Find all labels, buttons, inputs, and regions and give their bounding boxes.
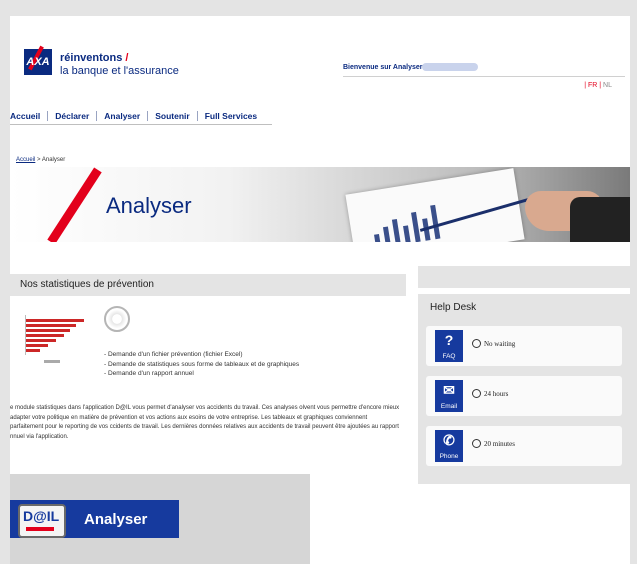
banner-red-slash	[47, 167, 102, 242]
help-desk-panel: Help Desk ? FAQ No waiting ✉ Email 24 hour…	[418, 294, 630, 484]
banner-chart-paper	[345, 168, 525, 242]
breadcrumb-home-link[interactable]: Accueil	[16, 157, 35, 163]
stats-heading: Nos statistiques de prévention	[20, 279, 154, 290]
stats-section-header: Nos statistiques de prévention	[10, 274, 406, 296]
stats-request-list: - Demande d'un fichier prévention (fichi…	[104, 350, 299, 379]
page-banner: Analyser	[10, 167, 630, 242]
list-item: - Demande d'un fichier prévention (fichi…	[104, 351, 243, 358]
help-item-label: Email	[440, 403, 458, 410]
help-item-value: 24 hours	[484, 390, 509, 398]
breadcrumb-current: Analyser	[41, 157, 66, 163]
help-item-value: No waiting	[484, 340, 516, 348]
stats-description: e module statistiques dans l'application…	[10, 405, 400, 440]
help-item-faq[interactable]: ? FAQ No waiting	[426, 326, 622, 366]
tagline-line1: réinventons /	[60, 52, 128, 64]
blurred-username	[422, 63, 478, 71]
stats-thumbnail-chart	[14, 313, 90, 365]
help-item-label: Phone	[439, 453, 459, 460]
help-item-label: FAQ	[442, 353, 456, 360]
right-panel-top-bar	[418, 266, 630, 288]
help-item-phone[interactable]: ✆ Phone 20 minutes	[426, 426, 622, 466]
clock-icon	[472, 339, 481, 348]
clock-icon	[472, 389, 481, 398]
clock-icon	[472, 439, 481, 448]
main-nav: Accueil Déclarer Analyser Soutenir Full …	[10, 108, 273, 125]
help-desk-heading: Help Desk	[430, 302, 477, 313]
help-item-email[interactable]: ✉ Email 24 hours	[426, 376, 622, 416]
lang-nl[interactable]: NL	[603, 82, 612, 89]
nav-full-services[interactable]: Full Services	[198, 111, 264, 121]
tagline-line2: la banque et l'assurance	[60, 65, 179, 77]
question-icon: ? FAQ	[435, 330, 463, 362]
phone-icon: ✆ Phone	[435, 430, 463, 462]
welcome-text: Bienvenue sur Analyser	[343, 64, 423, 71]
nav-analyser[interactable]: Analyser	[97, 111, 149, 121]
tagline-word: réinventons	[60, 52, 123, 64]
page: AXA réinventons / la banque et l'assuran…	[10, 16, 630, 564]
logo-text: AXA	[26, 56, 50, 68]
tagline-slash: /	[125, 52, 129, 64]
list-item: - Demande de statistiques sous forme de …	[104, 360, 300, 368]
axa-logo[interactable]: AXA	[24, 45, 52, 75]
nav-soutenir[interactable]: Soutenir	[148, 111, 198, 121]
nav-declarer[interactable]: Déclarer	[48, 111, 98, 121]
list-item: - Demande d'un rapport annuel	[104, 370, 194, 377]
analyser-button-label: Analyser	[84, 511, 148, 528]
dail-logo-icon: D@IL	[18, 504, 66, 538]
lang-fr[interactable]: | FR |	[584, 82, 601, 89]
disc-icon	[104, 306, 130, 332]
nav-accueil[interactable]: Accueil	[10, 111, 49, 121]
header-divider	[343, 76, 625, 77]
analyser-cta-panel: Analyser D@IL	[10, 474, 310, 564]
dail-badge-text: D@IL	[23, 508, 60, 524]
language-switcher: | FR | NL	[584, 82, 612, 89]
banner-sleeve	[570, 197, 630, 242]
email-icon: ✉ Email	[435, 380, 463, 412]
breadcrumb: Accueil > Analyser	[16, 157, 65, 163]
help-item-value: 20 minutes	[484, 440, 515, 448]
page-title: Analyser	[106, 193, 192, 218]
